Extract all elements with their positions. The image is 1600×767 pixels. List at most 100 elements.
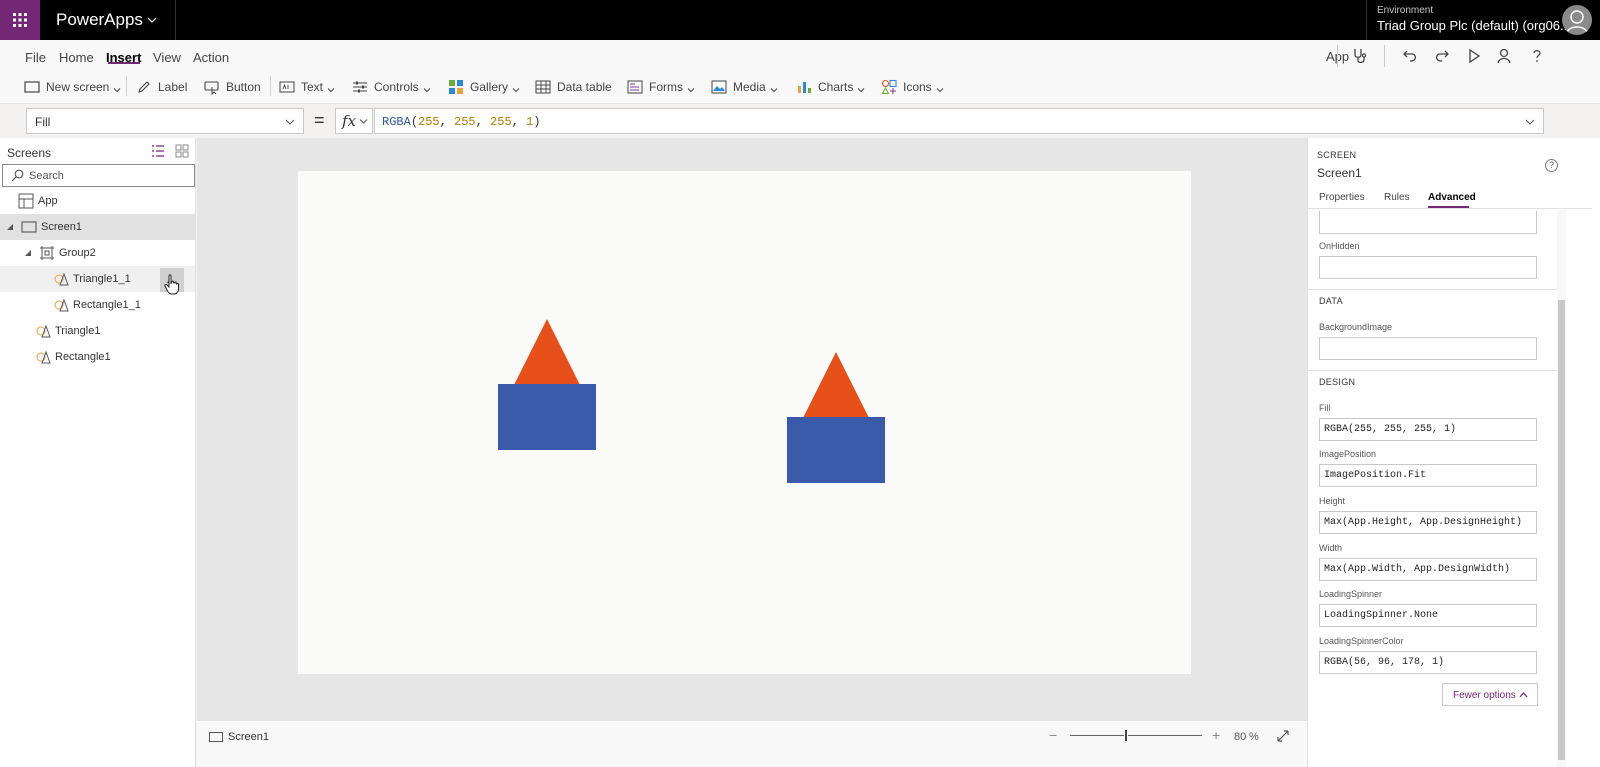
fill-label: Fill <box>1319 403 1331 413</box>
width-label: Width <box>1319 543 1343 553</box>
tree-item-label: Group2 <box>59 247 96 259</box>
menu-home[interactable]: Home <box>59 50 94 65</box>
user-avatar-icon[interactable] <box>1562 5 1592 35</box>
chevron-down-icon <box>857 83 865 93</box>
zoom-in-button[interactable]: + <box>1212 727 1220 743</box>
label-button[interactable]: Label <box>136 78 187 96</box>
fill-value: RGBA(255, 255, 255, 1) <box>1324 424 1457 435</box>
menu-file[interactable]: File <box>25 50 46 65</box>
media-dropdown[interactable]: Media <box>711 78 778 96</box>
controls-label: Controls <box>374 80 419 94</box>
tree-item-screen1[interactable]: Screen1 <box>0 214 195 240</box>
environment-picker[interactable]: Triad Group Plc (default) (org06... <box>1377 18 1571 33</box>
fill-field[interactable]: RGBA(255, 255, 255, 1) <box>1319 418 1537 441</box>
fx-button[interactable]: fx <box>335 108 373 134</box>
text-dropdown[interactable]: Text <box>279 78 335 96</box>
scrollbar-thumb[interactable] <box>1558 300 1565 760</box>
help-icon[interactable] <box>1526 45 1548 67</box>
fewer-options-button[interactable]: Fewer options <box>1442 683 1538 706</box>
loading-spinner-value: LoadingSpinner.None <box>1324 610 1439 621</box>
button-button[interactable]: Button <box>204 78 261 96</box>
zoom-slider-track[interactable] <box>1070 735 1202 736</box>
design-section-title: DESIGN <box>1319 377 1356 387</box>
property-selector-value: Fill <box>35 115 51 129</box>
tree-item-rectangle1[interactable]: Rectangle1 <box>0 344 195 370</box>
stethoscope-icon[interactable] <box>1349 45 1371 67</box>
screen-icon <box>209 732 223 742</box>
person-icon[interactable] <box>1494 45 1516 67</box>
rectangle1-1[interactable] <box>787 417 885 483</box>
tree-item-rectangle1-1[interactable]: Rectangle1_1 <box>0 292 195 318</box>
zoom-out-button[interactable]: − <box>1049 727 1057 743</box>
menu-action[interactable]: Action <box>193 50 229 65</box>
chevron-down-icon <box>512 83 520 93</box>
tree-search-box <box>2 164 195 187</box>
chevron-down-icon[interactable] <box>146 14 158 26</box>
background-image-field[interactable] <box>1319 337 1537 360</box>
height-field[interactable]: Max(App.Height, App.DesignHeight) <box>1319 511 1537 534</box>
loading-spinner-label: LoadingSpinner <box>1319 589 1383 599</box>
redo-icon[interactable] <box>1431 45 1453 67</box>
image-position-field[interactable]: ImagePosition.Fit <box>1319 464 1537 487</box>
undo-icon[interactable] <box>1399 45 1421 67</box>
chevron-down-icon[interactable] <box>1525 118 1535 126</box>
property-selector[interactable]: Fill <box>26 108 304 134</box>
data-table-label: Data table <box>557 80 612 94</box>
grid-view-icon[interactable] <box>175 144 189 158</box>
formula-input[interactable]: RGBA(255, 255, 255, 1) <box>374 108 1544 134</box>
equals-sign: = <box>314 110 325 130</box>
fit-to-window-icon[interactable] <box>1276 729 1290 743</box>
divider <box>1308 289 1557 290</box>
app-name[interactable]: PowerApps <box>56 0 143 40</box>
control-type: SCREEN <box>1317 150 1357 160</box>
new-screen-button[interactable]: New screen <box>24 78 121 96</box>
icons-dropdown[interactable]: Icons <box>881 78 944 96</box>
menu-view[interactable]: View <box>153 50 181 65</box>
collapse-triangle-icon[interactable] <box>24 249 32 257</box>
zoom-unit: % <box>1249 731 1259 743</box>
image-position-value: ImagePosition.Fit <box>1324 470 1427 481</box>
gallery-dropdown[interactable]: Gallery <box>448 78 520 96</box>
tree-item-triangle1[interactable]: Triangle1 <box>0 318 195 344</box>
waffle-icon[interactable] <box>0 0 40 40</box>
list-view-icon[interactable] <box>151 144 165 158</box>
tree-search-input[interactable] <box>29 167 189 184</box>
tab-advanced[interactable]: Advanced <box>1428 192 1476 203</box>
image-icon <box>711 79 727 95</box>
triangle1-1[interactable] <box>803 352 869 418</box>
triangle1[interactable] <box>514 319 580 385</box>
fewer-options-label: Fewer options <box>1453 690 1516 701</box>
label-label: Label <box>158 80 188 94</box>
controls-dropdown[interactable]: Controls <box>352 78 431 96</box>
tree-item-app[interactable]: App <box>0 188 195 214</box>
loading-spinner-color-field[interactable]: RGBA(56, 96, 178, 1) <box>1319 651 1537 674</box>
data-table-button[interactable]: Data table <box>535 78 612 96</box>
play-icon[interactable] <box>1463 45 1485 67</box>
chevron-down-icon <box>113 83 121 93</box>
zoom-slider-thumb[interactable] <box>1124 729 1128 742</box>
status-screen-name: Screen1 <box>228 731 269 743</box>
forms-dropdown[interactable]: Forms <box>627 78 695 96</box>
screen-icon <box>24 79 40 95</box>
tree-item-group2[interactable]: Group2 <box>0 240 195 266</box>
button-control-icon <box>204 79 220 95</box>
design-screen[interactable] <box>298 171 1191 674</box>
formula-paren: ( <box>410 115 419 129</box>
tab-rules[interactable]: Rules <box>1384 192 1410 203</box>
new-screen-label: New screen <box>46 80 110 94</box>
charts-dropdown[interactable]: Charts <box>796 78 865 96</box>
loading-spinner-field[interactable]: LoadingSpinner.None <box>1319 604 1537 627</box>
status-screen-selector[interactable]: Screen1 <box>209 731 269 743</box>
tab-properties[interactable]: Properties <box>1319 192 1365 203</box>
screens-title: Screens <box>7 146 52 160</box>
on-hidden-field[interactable] <box>1319 256 1537 279</box>
help-icon[interactable]: ? <box>1545 159 1558 172</box>
tree-item-label: Screen1 <box>41 221 82 233</box>
shape-icon <box>36 324 51 338</box>
icons-label: Icons <box>903 80 932 94</box>
width-field[interactable]: Max(App.Width, App.DesignWidth) <box>1319 558 1537 581</box>
form-icon <box>627 79 643 95</box>
rectangle1[interactable] <box>498 384 596 450</box>
previous-property-field[interactable] <box>1319 211 1537 234</box>
collapse-triangle-icon[interactable] <box>6 223 14 231</box>
